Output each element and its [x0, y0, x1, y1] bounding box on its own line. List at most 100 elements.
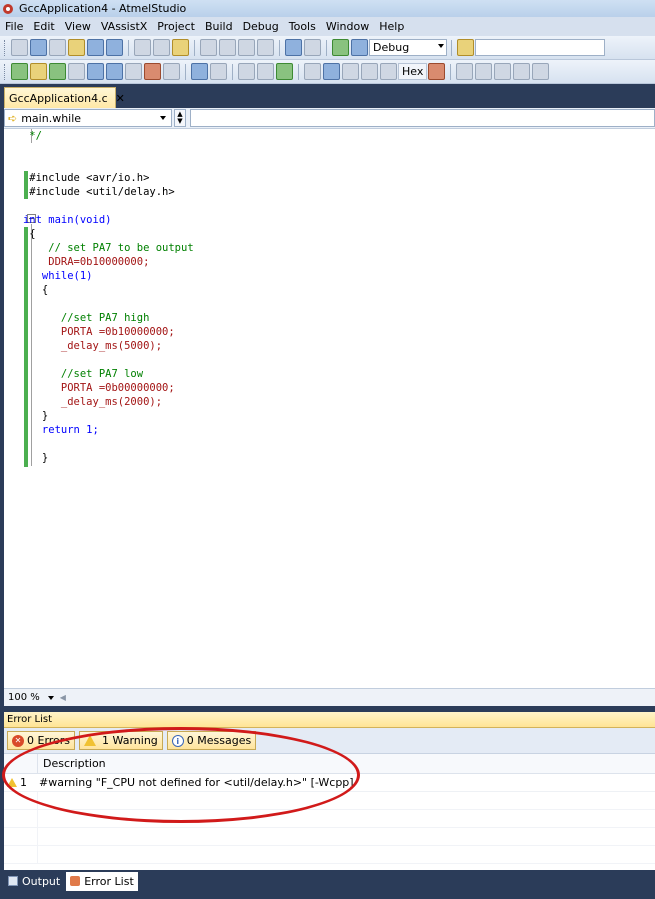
warning-icon — [7, 778, 17, 787]
compile-icon[interactable] — [68, 63, 85, 80]
start-debugging-icon[interactable] — [332, 39, 349, 56]
index-column-header[interactable] — [4, 754, 38, 773]
registers-icon[interactable] — [475, 63, 493, 80]
row-index-cell: 1 — [4, 776, 38, 789]
navigate-forward-icon[interactable] — [257, 39, 274, 56]
menu-vassistx[interactable]: VAssistX — [96, 20, 152, 33]
zoom-level[interactable]: 100 % — [8, 692, 40, 703]
code-line: // set PA7 to be output — [4, 242, 194, 254]
code-editor[interactable]: − */ #include <avr/io.h> #include <util/… — [4, 129, 655, 688]
scroll-left-icon[interactable]: ◀ — [60, 693, 66, 702]
redo-icon[interactable] — [219, 39, 236, 56]
menu-help[interactable]: Help — [374, 20, 409, 33]
tab-error-list[interactable]: Error List — [66, 871, 138, 891]
table-row — [4, 792, 655, 810]
code-line: //set PA7 low — [4, 368, 144, 380]
code-line: PORTA =0b00000000; — [4, 382, 175, 394]
breakpoints-icon[interactable] — [428, 63, 446, 80]
row-index: 1 — [20, 776, 27, 789]
bookmark-next-icon[interactable] — [106, 63, 123, 80]
toolbar-separator — [185, 63, 186, 80]
step-into-icon[interactable] — [238, 63, 255, 80]
toolbar-grip[interactable] — [4, 63, 7, 80]
copy-icon[interactable] — [153, 39, 170, 56]
spell-check-icon[interactable] — [144, 63, 161, 80]
open-folder-icon[interactable] — [68, 39, 85, 56]
find-combo[interactable] — [475, 39, 605, 56]
menu-tools[interactable]: Tools — [284, 20, 321, 33]
find-icon[interactable] — [304, 39, 321, 56]
start-debugging-break-icon[interactable] — [191, 63, 208, 80]
reset-icon[interactable] — [380, 63, 397, 80]
build-icon[interactable] — [11, 63, 28, 80]
device-programming-icon[interactable] — [457, 39, 474, 56]
show-next-statement-icon[interactable] — [361, 63, 378, 80]
save-all-icon[interactable] — [106, 39, 123, 56]
hex-toggle-button[interactable]: Hex — [398, 63, 428, 80]
spin-button[interactable]: ▲ ▼ — [174, 109, 186, 127]
add-new-item-icon[interactable] — [49, 39, 66, 56]
close-icon[interactable]: ✕ — [116, 92, 125, 105]
format-icon[interactable] — [125, 63, 142, 80]
undo-icon[interactable] — [200, 39, 217, 56]
solution-explorer-icon[interactable] — [285, 39, 302, 56]
memory-window-icon[interactable] — [456, 63, 474, 80]
messages-filter-button[interactable]: i 0 Messages — [166, 731, 257, 750]
table-row — [4, 810, 655, 828]
menu-build[interactable]: Build — [200, 20, 238, 33]
errors-filter-button[interactable]: ✕ 0 Errors — [7, 731, 76, 750]
continue-icon[interactable] — [276, 63, 293, 80]
menu-edit[interactable]: Edit — [28, 20, 59, 33]
menu-view[interactable]: View — [60, 20, 96, 33]
tab-output[interactable]: Output — [4, 872, 64, 891]
member-select[interactable] — [190, 109, 655, 127]
build-solution-icon[interactable] — [49, 63, 66, 80]
menu-project[interactable]: Project — [152, 20, 200, 33]
table-row[interactable]: 1 #warning "F_CPU not defined for <util/… — [4, 774, 655, 792]
io-view-icon[interactable] — [494, 63, 512, 80]
save-icon[interactable] — [87, 39, 104, 56]
new-project-icon[interactable] — [11, 39, 28, 56]
run-to-cursor-icon[interactable] — [342, 63, 359, 80]
menu-debug[interactable]: Debug — [238, 20, 284, 33]
disassembly-icon[interactable] — [513, 63, 531, 80]
stop-debugging-icon[interactable] — [210, 63, 227, 80]
solution-configuration-select[interactable]: Debug — [369, 39, 447, 56]
function-select[interactable]: ➪ main.while — [4, 109, 172, 127]
function-select-value: main.while — [21, 111, 82, 125]
options-icon[interactable] — [163, 63, 180, 80]
arrow-right-icon: ➪ — [8, 111, 18, 125]
toolbar-separator — [298, 63, 299, 80]
row-description: #warning "F_CPU not defined for <util/de… — [39, 776, 354, 789]
step-over-icon[interactable] — [304, 63, 321, 80]
error-list-panel: Error List ✕ 0 Errors 1 Warning i 0 Mess… — [4, 712, 655, 870]
break-all-icon[interactable] — [257, 63, 274, 80]
navigate-backward-icon[interactable] — [238, 39, 255, 56]
table-row — [4, 828, 655, 846]
chevron-down-icon — [438, 44, 444, 48]
tab-gccapplication4-c[interactable]: GccApplication4.c ✕ — [4, 87, 125, 108]
toolbar-separator — [326, 39, 327, 56]
error-list-title: Error List — [4, 712, 655, 728]
code-line: //set PA7 high — [4, 312, 150, 324]
standard-toolbar: Debug — [0, 36, 655, 60]
description-column-header[interactable]: Description — [38, 757, 106, 770]
paste-icon[interactable] — [172, 39, 189, 56]
menu-window[interactable]: Window — [321, 20, 374, 33]
toolbar-grip[interactable] — [4, 39, 7, 56]
warnings-filter-button[interactable]: 1 Warning — [79, 731, 163, 750]
chevron-down-icon[interactable] — [47, 695, 54, 700]
cut-icon[interactable] — [134, 39, 151, 56]
add-item-icon[interactable] — [30, 39, 47, 56]
code-line: DDRA=0b10000000; — [4, 256, 150, 268]
debug-toolbar: Hex — [0, 60, 655, 84]
toggle-bookmark-icon[interactable] — [87, 63, 104, 80]
processor-icon[interactable] — [532, 63, 550, 80]
menu-file[interactable]: File — [0, 20, 28, 33]
toolbar-separator — [128, 39, 129, 56]
rebuild-icon[interactable] — [30, 63, 47, 80]
chevron-down-icon — [160, 116, 166, 120]
step-out-icon[interactable] — [323, 63, 340, 80]
start-without-debugging-icon[interactable] — [351, 39, 368, 56]
atmel-studio-icon — [3, 3, 13, 14]
